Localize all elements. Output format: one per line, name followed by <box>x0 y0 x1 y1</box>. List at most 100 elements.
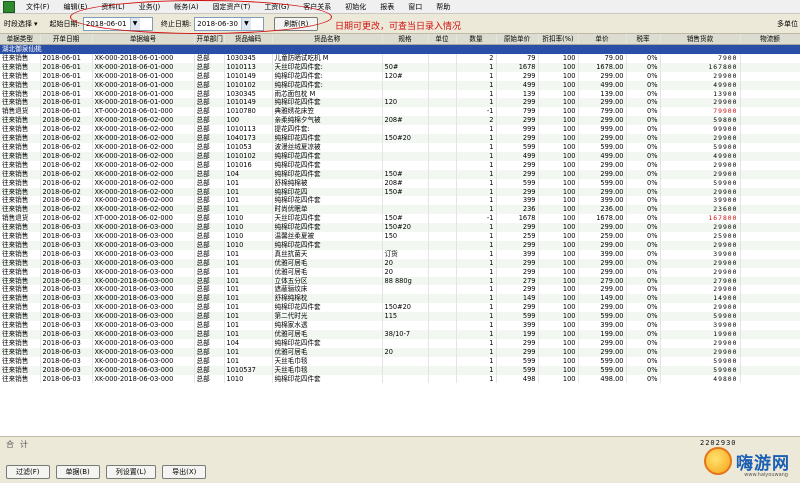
period-selector[interactable]: 时段选择 ▾ <box>4 19 38 29</box>
footer-button[interactable]: 列设置(L) <box>105 465 157 479</box>
column-header[interactable]: 单位 <box>428 34 457 45</box>
table-row[interactable]: 往来销售 2018-06-02 XK-000-2018-06-02-000 总部 104… <box>0 169 800 179</box>
column-header[interactable]: 原始单价 <box>496 34 539 45</box>
table-cell: 0% <box>626 142 661 152</box>
menu-item[interactable]: 报表 <box>373 0 401 14</box>
table-cell: 0% <box>626 151 661 161</box>
table-row[interactable]: 往来销售 2018-06-03 XK-000-2018-06-03-000 总部 101… <box>0 294 800 304</box>
table-row[interactable]: 往来销售 2018-06-01 XK-000-2018-06-01-000 总部 103… <box>0 89 800 99</box>
table-row[interactable]: 往来销售 2018-06-03 XK-000-2018-06-03-000 总部 101… <box>0 267 800 277</box>
table-row[interactable]: 往来销售 2018-06-03 XK-000-2018-06-03-000 总部 101… <box>0 232 800 241</box>
column-header[interactable]: 单据类型 <box>0 34 41 45</box>
table-cell: 0% <box>626 223 661 233</box>
column-header[interactable]: 货品名称 <box>272 34 383 45</box>
column-header[interactable]: 货品编码 <box>224 34 273 45</box>
table-row[interactable]: 往来销售 2018-06-03 XK-000-2018-06-03-000 总部 101… <box>0 276 800 286</box>
table-row[interactable]: 销售退货 2018-06-01 XT-000-2018-06-01-000 总部 101… <box>0 107 800 117</box>
table-row[interactable]: 往来销售 2018-06-02 XK-000-2018-06-02-000 总部 101… <box>0 160 800 170</box>
table-cell: XK-000-2018-06-03-000 <box>92 303 195 313</box>
table-row[interactable]: 往来销售 2018-06-01 XK-000-2018-06-01-000 总部 101… <box>0 71 800 81</box>
table-row[interactable]: 往来销售 2018-06-03 XK-000-2018-06-03-000 总部 101… <box>0 312 800 322</box>
table-cell: 2018-06-03 <box>40 365 93 375</box>
table-cell: XK-000-2018-06-02-000 <box>92 196 195 206</box>
menu-item[interactable]: 初始化 <box>338 0 373 14</box>
report-grid[interactable]: 单据类型 开单日期 单据编号 开单部门 货品编码 货品名称 规格 单位 数量 原始单价 折扣率(%)… <box>0 34 800 436</box>
column-header[interactable]: 单据编号 <box>92 34 195 45</box>
menu-item[interactable]: 固定资产(T) <box>206 0 258 14</box>
column-header[interactable]: 销售货款 <box>660 34 741 45</box>
column-header[interactable]: 规格 <box>382 34 429 45</box>
column-header[interactable]: 税率 <box>626 34 661 45</box>
column-header[interactable]: 开单日期 <box>40 34 93 45</box>
table-cell: 27900 <box>659 276 741 286</box>
menu-item[interactable]: 帐务(A) <box>167 0 205 14</box>
menu-item[interactable]: 客户关系 <box>296 0 338 14</box>
table-row[interactable]: 往来销售 2018-06-03 XK-000-2018-06-03-000 总部 101… <box>0 285 800 295</box>
table-row[interactable]: 往来销售 2018-06-02 XK-000-2018-06-02-000 总部 101… <box>0 196 800 206</box>
table-cell: 100 <box>538 80 579 90</box>
table-cell: XK-000-2018-06-02-000 <box>92 151 195 161</box>
menu-item[interactable]: 文件(F) <box>19 0 57 14</box>
table-row[interactable]: 往来销售 2018-06-01 XK-000-2018-06-01-000 总部 101… <box>0 98 800 108</box>
table-row[interactable]: 往来销售 2018-06-01 XK-000-2018-06-01-000 总部 101… <box>0 80 800 90</box>
table-cell: 299 <box>496 71 539 81</box>
table-cell: 舒棉纯棉枕 <box>272 294 383 304</box>
footer-button[interactable]: 过滤(F) <box>6 465 50 479</box>
table-cell: 往来销售 <box>0 223 41 233</box>
table-row[interactable]: 往来销售 2018-06-03 XK-000-2018-06-03-000 总部 101… <box>0 365 800 375</box>
table-cell <box>428 196 457 206</box>
column-header[interactable]: 数量 <box>456 34 497 45</box>
column-header[interactable]: 折扣率(%) <box>538 34 579 45</box>
table-row[interactable]: 往来销售 2018-06-03 XK-000-2018-06-03-000 总部 104… <box>0 338 800 348</box>
table-row[interactable]: 往来销售 2018-06-03 XK-000-2018-06-03-000 总部 101… <box>0 321 800 330</box>
table-row[interactable]: 往来销售 2018-06-03 XK-000-2018-06-03-000 总部 101… <box>0 347 800 357</box>
table-cell: 1010 <box>224 232 273 241</box>
dropdown-arrow-icon[interactable]: ▼ <box>240 17 251 30</box>
footer-button[interactable]: 导出(X) <box>162 465 207 479</box>
table-cell: 100 <box>538 365 579 375</box>
start-date-picker[interactable]: 2018-06-01 ▼ <box>82 16 153 31</box>
table-row[interactable]: 往来销售 2018-06-03 XK-000-2018-06-03-000 总部 101… <box>0 374 800 384</box>
column-header[interactable]: 物流额 <box>740 34 800 45</box>
table-row[interactable]: 销售退货 2018-06-02 XT-000-2018-06-02-000 总部 101… <box>0 214 800 224</box>
menu-item[interactable]: 工资(G) <box>257 0 296 14</box>
menu-item[interactable]: 资料(L) <box>94 0 131 14</box>
table-row[interactable]: 往来销售 2018-06-03 XK-000-2018-06-03-000 总部 101… <box>0 303 800 313</box>
menu-item[interactable]: 编辑(E) <box>57 0 95 14</box>
table-row[interactable]: 往来销售 2018-06-02 XK-000-2018-06-02-000 总部 100… <box>0 116 800 126</box>
table-row[interactable]: 往来销售 2018-06-02 XK-000-2018-06-02-000 总部 101… <box>0 142 800 152</box>
table-cell: XK-000-2018-06-03-000 <box>92 312 195 322</box>
table-row[interactable]: 往来销售 2018-06-03 XK-000-2018-06-03-000 总部 101… <box>0 258 800 268</box>
menu-item[interactable]: 业务(J) <box>132 0 168 14</box>
table-row[interactable]: 往来销售 2018-06-01 XK-000-2018-06-01-000 总部 101… <box>0 62 800 72</box>
table-row[interactable]: 往来销售 2018-06-02 XK-000-2018-06-02-000 总部 101… <box>0 178 800 188</box>
dropdown-arrow-icon[interactable]: ▼ <box>129 17 140 30</box>
table-row[interactable]: 往来销售 2018-06-02 XK-000-2018-06-02-000 总部 101… <box>0 187 800 197</box>
table-row[interactable]: 往来销售 2018-06-03 XK-000-2018-06-03-000 总部 101… <box>0 240 800 250</box>
column-header[interactable]: 单价 <box>578 34 627 45</box>
report-table: 单据类型 开单日期 单据编号 开单部门 货品编码 货品名称 规格 单位 数量 原始单价 折扣率(%)… <box>0 34 800 384</box>
menu-item[interactable]: 窗口 <box>401 0 429 14</box>
table-row[interactable]: 往来销售 2018-06-02 XK-000-2018-06-02-000 总部 104… <box>0 134 800 143</box>
table-row[interactable]: 往来销售 2018-06-03 XK-000-2018-06-03-000 总部 101… <box>0 249 800 259</box>
table-row[interactable]: 往来销售 2018-06-02 XK-000-2018-06-02-000 总部 101… <box>0 125 800 135</box>
table-cell: 0% <box>626 258 661 268</box>
group-row[interactable]: 湖北御泉仙桃 <box>0 44 800 54</box>
footer-button[interactable]: 单据(B) <box>55 465 100 479</box>
table-row[interactable]: 往来销售 2018-06-01 XK-000-2018-06-01-000 总部 103… <box>0 53 800 63</box>
table-row[interactable]: 往来销售 2018-06-02 XK-000-2018-06-02-000 总部 101… <box>0 151 800 161</box>
table-row[interactable]: 往来销售 2018-06-03 XK-000-2018-06-03-000 总部 101… <box>0 330 800 339</box>
table-row[interactable]: 往来销售 2018-06-03 XK-000-2018-06-03-000 总部 101… <box>0 223 800 233</box>
column-header[interactable]: 开单部门 <box>194 34 225 45</box>
refresh-button[interactable]: 刷新(R) <box>274 16 319 31</box>
table-cell <box>382 240 429 250</box>
table-cell: 2018-06-03 <box>40 338 93 348</box>
table-cell: 1 <box>456 142 497 152</box>
table-cell: 2018-06-03 <box>40 258 93 268</box>
end-date-picker[interactable]: 2018-06-30 ▼ <box>194 16 265 31</box>
table-row[interactable]: 往来销售 2018-06-03 XK-000-2018-06-03-000 总部 101… <box>0 356 800 366</box>
menu-item[interactable]: 帮助 <box>429 0 457 14</box>
table-cell: 599.00 <box>578 312 627 322</box>
table-cell <box>428 62 457 72</box>
table-row[interactable]: 往来销售 2018-06-02 XK-000-2018-06-02-000 总部 101… <box>0 205 800 215</box>
